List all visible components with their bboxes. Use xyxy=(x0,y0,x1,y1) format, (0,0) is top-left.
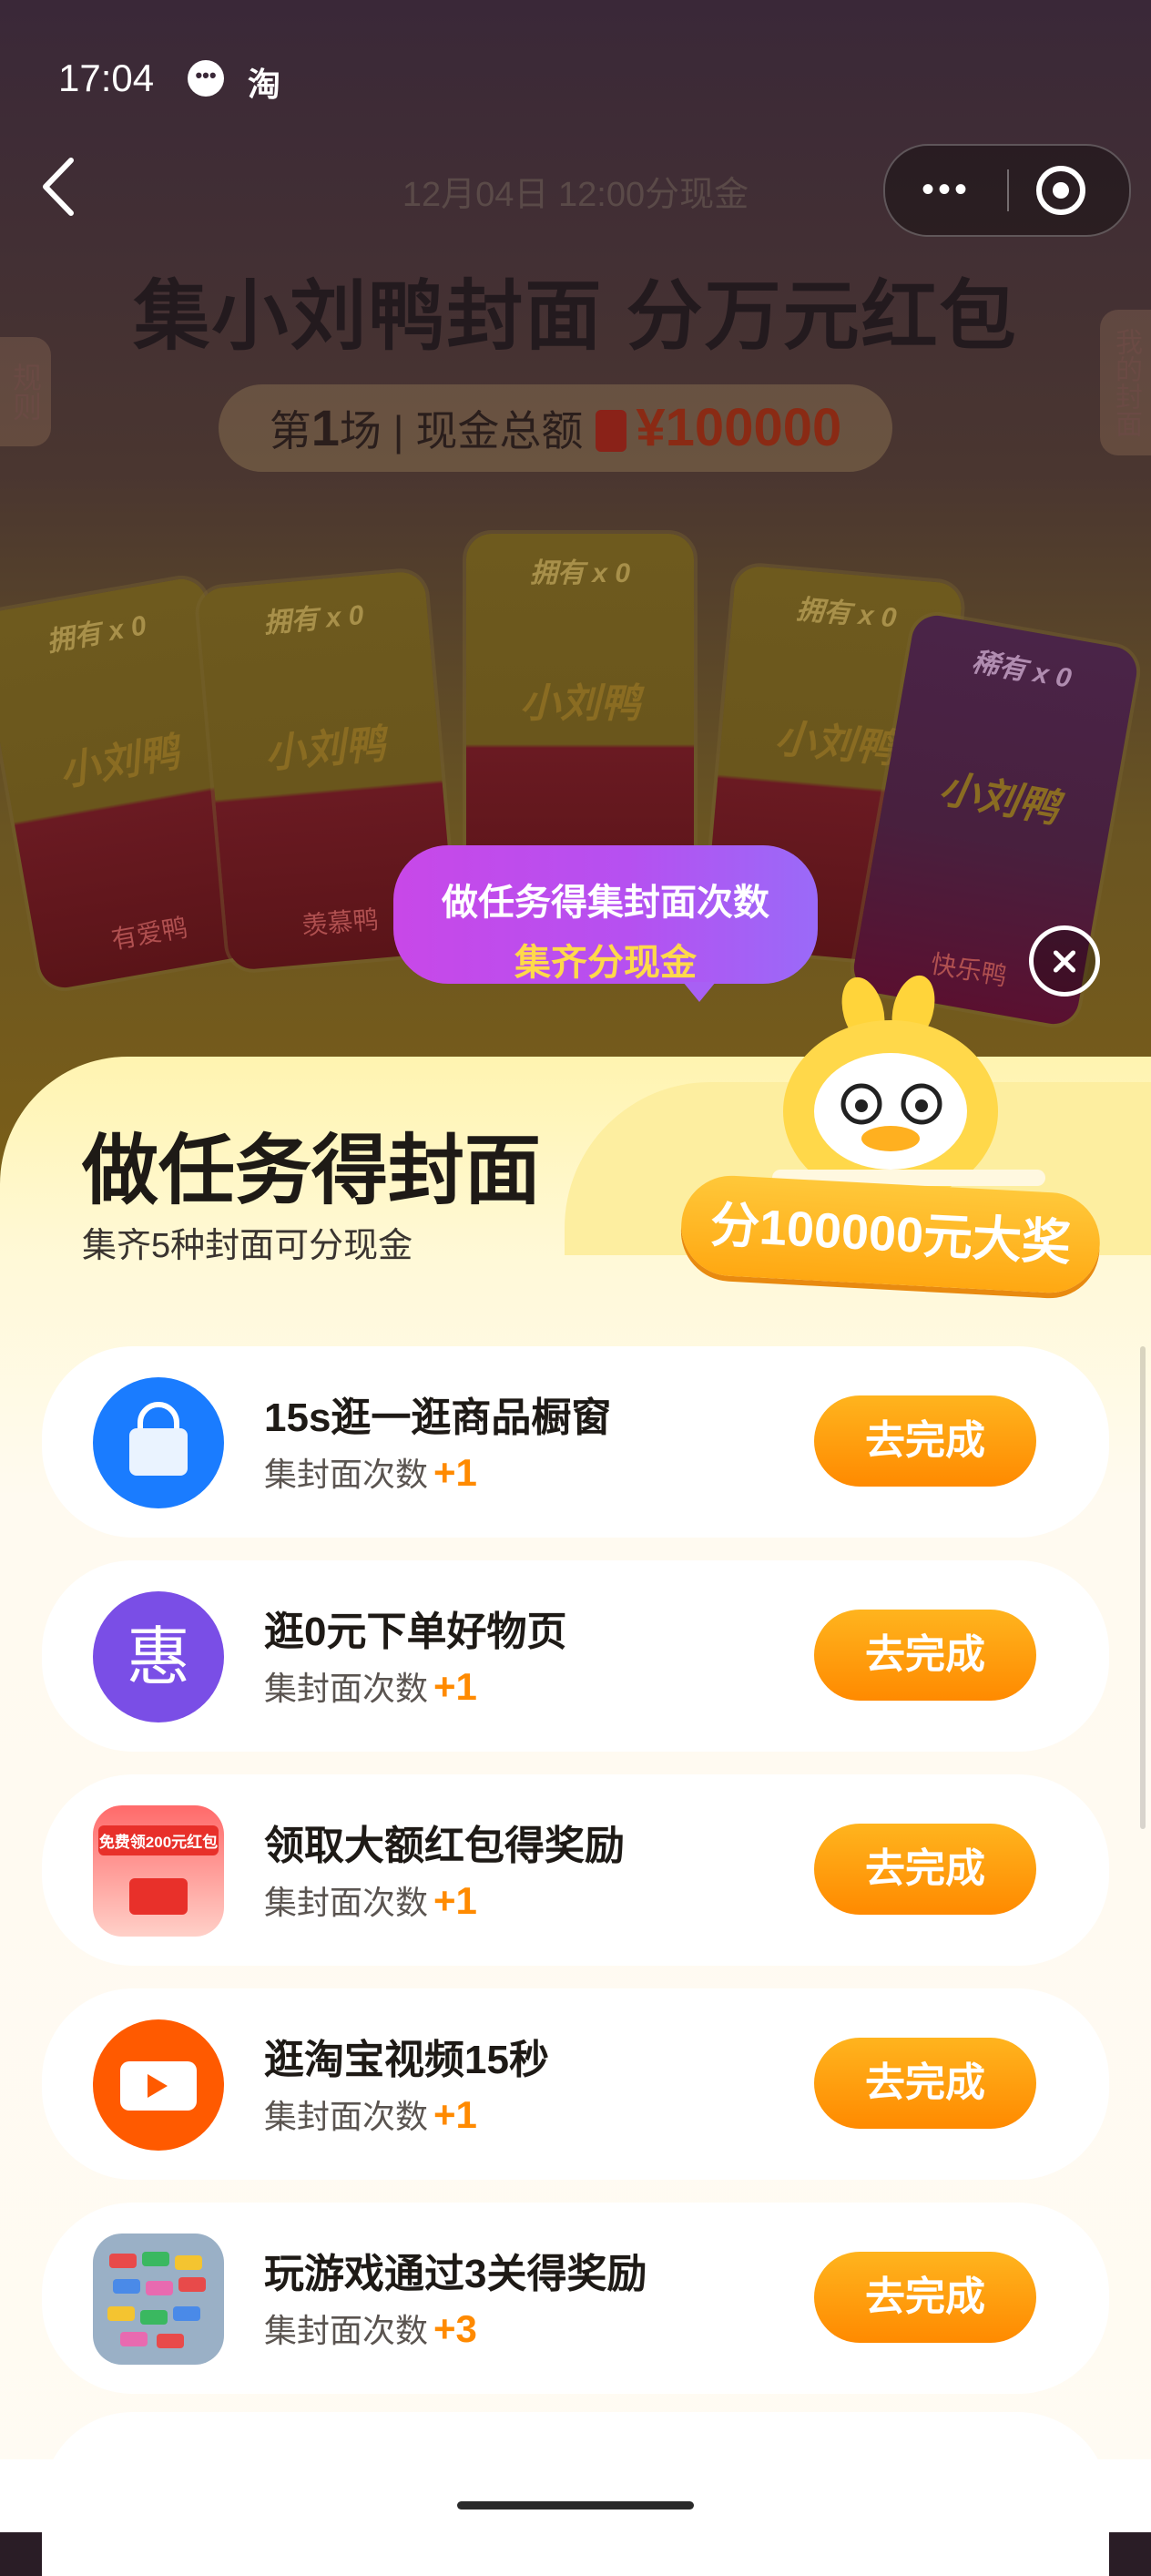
task-reward-count: +1 xyxy=(433,1879,477,1922)
red-packet-promo-icon: 免费领200元红包 xyxy=(93,1805,224,1937)
task-reward: 集封面次数 +1 xyxy=(264,1448,477,1496)
sheet-subtitle: 集齐5种封面可分现金 xyxy=(82,1227,413,1265)
task-list: 15s逛一逛商品橱窗 集封面次数 +1 去完成 惠 逛0元下单好物页 集封面次数 +… xyxy=(42,1346,1109,2417)
sheet-title: 做任务得封面 xyxy=(82,1128,542,1213)
task-reward-label: 集封面次数 xyxy=(264,2312,429,2349)
task-row: 惠 逛0元下单好物页 集封面次数 +1 去完成 xyxy=(42,1560,1109,1752)
task-row: 玩游戏通过3关得奖励 集封面次数 +3 去完成 xyxy=(42,2203,1109,2394)
event-title: 集小刘鸭封面 分万元红包 xyxy=(133,273,1018,359)
task-reward-count: +1 xyxy=(433,1451,477,1494)
task-title: 15s逛一逛商品橱窗 xyxy=(264,1395,612,1440)
cover-logo: 小刘鸭 xyxy=(520,681,640,726)
cover-own-count: 拥有 x 0 xyxy=(45,610,149,658)
task-title: 玩游戏通过3关得奖励 xyxy=(264,2252,647,2296)
task-row: 免费领200元红包 领取大额红包得奖励 集封面次数 +1 去完成 xyxy=(42,1774,1109,1966)
event-date: 12月04日 12:00分现金 xyxy=(402,176,749,214)
task-row: 逛淘宝视频15秒 集封面次数 +1 去完成 xyxy=(42,1988,1109,2180)
cover-own-count: 拥有 x 0 xyxy=(529,558,631,588)
chat-bubble-icon: ••• xyxy=(188,60,224,97)
round-number: 1 xyxy=(311,399,340,456)
task-title: 逛淘宝视频15秒 xyxy=(264,2038,549,2082)
task-row: 15s逛一逛商品橱窗 集封面次数 +1 去完成 xyxy=(42,1346,1109,1538)
task-reward-count: +1 xyxy=(433,1665,477,1708)
go-complete-button[interactable]: 去完成 xyxy=(814,2038,1036,2129)
close-icon[interactable] xyxy=(1029,925,1100,997)
shopping-bag-icon xyxy=(93,1377,224,1508)
task-reward-label: 集封面次数 xyxy=(264,1670,429,1707)
red-envelope-icon xyxy=(596,409,627,452)
hui-discount-icon: 惠 xyxy=(93,1591,224,1722)
hint-bubble-line1: 做任务得集封面次数 xyxy=(442,883,769,923)
task-reward-label: 集封面次数 xyxy=(264,2098,429,2135)
task-reward: 集封面次数 +1 xyxy=(264,2090,477,2138)
cover-logo: 小刘鸭 xyxy=(935,766,1063,832)
task-title: 逛0元下单好物页 xyxy=(264,1610,567,1654)
go-complete-button[interactable]: 去完成 xyxy=(814,1824,1036,1915)
home-indicator[interactable] xyxy=(457,2501,694,2510)
task-reward-label: 集封面次数 xyxy=(264,1456,429,1493)
scrollbar[interactable] xyxy=(1140,1346,1146,1829)
go-complete-button[interactable]: 去完成 xyxy=(814,2252,1036,2343)
rules-tab[interactable]: 规则 xyxy=(0,337,51,446)
status-time: 17:04 xyxy=(58,56,155,99)
task-title: 领取大额红包得奖励 xyxy=(264,1824,625,1868)
task-reward-count: +3 xyxy=(433,2307,477,2350)
task-reward: 集封面次数 +1 xyxy=(264,1876,477,1924)
hint-bubble: 做任务得集封面次数 集齐分现金 xyxy=(393,845,818,1002)
task-reward-count: +1 xyxy=(433,2093,477,2136)
cover-own-count: 稀有 x 0 xyxy=(969,647,1074,694)
total-amount: ¥100000 xyxy=(636,398,842,457)
puzzle-game-icon xyxy=(93,2234,224,2365)
cover-logo: 小刘鸭 xyxy=(263,721,387,777)
event-round-pill: 第1场 | 现金总额 ¥100000 xyxy=(219,384,892,472)
video-camera-icon xyxy=(93,2019,224,2151)
round-prefix: 第 xyxy=(269,407,311,455)
bottom-safe-area xyxy=(0,2459,1151,2532)
go-complete-button[interactable]: 去完成 xyxy=(814,1610,1036,1701)
task-reward: 集封面次数 +1 xyxy=(264,1662,477,1710)
hint-bubble-line2: 集齐分现金 xyxy=(514,943,697,983)
go-complete-button[interactable]: 去完成 xyxy=(814,1395,1036,1487)
task-reward: 集封面次数 +3 xyxy=(264,2305,477,2352)
cover-own-count: 拥有 x 0 xyxy=(262,599,365,639)
taobao-status-icon: 淘 xyxy=(248,66,281,103)
my-covers-tab[interactable]: 我的封面 xyxy=(1100,310,1151,455)
round-suffix: 场 | 现金总额 xyxy=(339,407,584,455)
task-reward-label: 集封面次数 xyxy=(264,1884,429,1921)
cover-logo: 小刘鸭 xyxy=(56,730,183,795)
red-packet-promo-text: 免费领200元红包 xyxy=(98,1825,219,1855)
